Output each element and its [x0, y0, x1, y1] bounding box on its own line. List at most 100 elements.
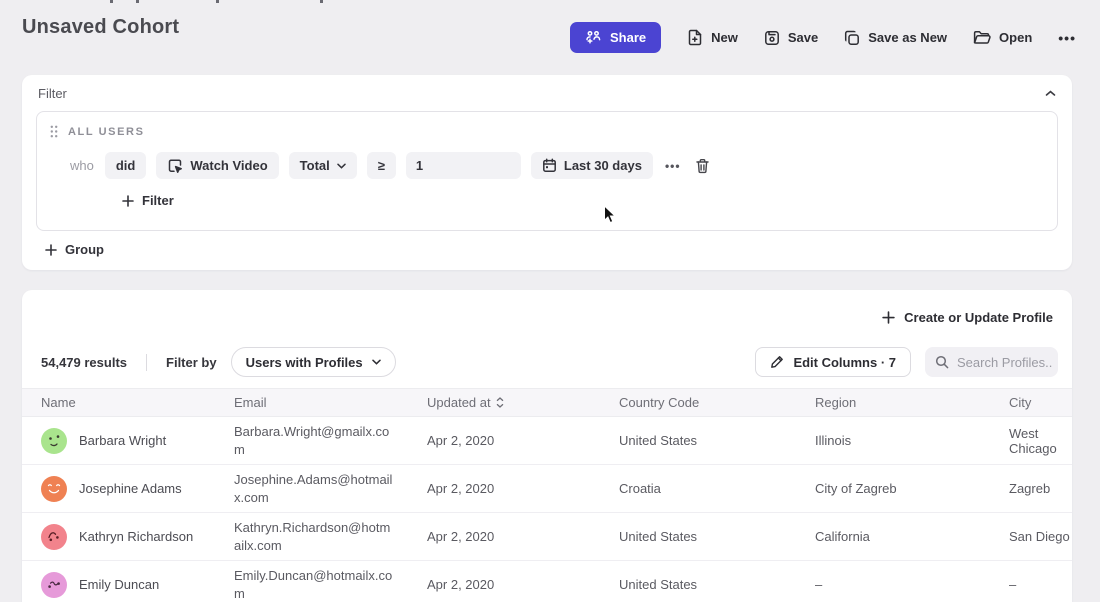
- divider: [146, 354, 147, 371]
- results-count: 54,479 results: [41, 355, 127, 370]
- collapse-chevron-icon[interactable]: [1045, 90, 1056, 97]
- share-users-icon: [585, 30, 602, 45]
- profile-region: –: [815, 577, 1009, 592]
- more-options-button[interactable]: •••: [1058, 30, 1076, 46]
- header-actions: Share New Save Save as New: [570, 22, 1076, 53]
- avatar: [41, 428, 67, 454]
- profile-name: Barbara Wright: [79, 433, 166, 448]
- table-row[interactable]: Kathryn Richardson Kathryn.Richardson@ho…: [22, 513, 1072, 561]
- new-button-label: New: [711, 30, 738, 45]
- filter-panel: Filter ALL USERS who did: [22, 75, 1072, 270]
- profile-region: California: [815, 529, 1009, 544]
- edit-columns-button[interactable]: Edit Columns · 7: [755, 347, 911, 377]
- new-button[interactable]: New: [687, 29, 738, 46]
- profiles-search: [925, 347, 1058, 377]
- table-row[interactable]: Josephine Adams Josephine.Adams@hotmailx…: [22, 465, 1072, 513]
- filter-clause-row: who did Watch Video Total ≥: [70, 152, 1057, 179]
- profile-name: Josephine Adams: [79, 481, 182, 496]
- cropped-text-remnant: [216, 0, 219, 3]
- chevron-down-icon: [372, 359, 381, 365]
- save-icon: [764, 30, 780, 46]
- column-header-updated-at[interactable]: Updated at: [427, 395, 619, 410]
- page-title: Unsaved Cohort: [22, 16, 179, 39]
- aggregation-selector[interactable]: Total: [289, 152, 357, 179]
- drag-handle-icon[interactable]: [50, 125, 58, 138]
- results-panel: Create or Update Profile 54,479 results …: [22, 290, 1072, 602]
- operator-selector[interactable]: ≥: [367, 152, 396, 179]
- open-button[interactable]: Open: [973, 30, 1032, 45]
- event-selector[interactable]: Watch Video: [156, 152, 278, 179]
- add-filter-button[interactable]: Filter: [122, 193, 174, 208]
- profile-country: United States: [619, 433, 815, 448]
- column-header-email[interactable]: Email: [234, 395, 427, 410]
- add-filter-label: Filter: [142, 193, 174, 208]
- cropped-text-remnant: [110, 0, 113, 3]
- profile-name-cell: Josephine Adams: [41, 476, 234, 502]
- profile-name-cell: Barbara Wright: [41, 428, 234, 454]
- avatar: [41, 524, 67, 550]
- pencil-icon: [770, 355, 784, 369]
- save-button[interactable]: Save: [764, 30, 818, 46]
- add-group-button[interactable]: Group: [45, 242, 104, 257]
- save-as-new-button-label: Save as New: [868, 30, 947, 45]
- profile-region: Illinois: [815, 433, 1009, 448]
- column-header-country-code[interactable]: Country Code: [619, 395, 815, 410]
- profiles-search-input[interactable]: [957, 355, 1052, 370]
- filter-panel-title: Filter: [38, 86, 67, 101]
- add-group-label: Group: [65, 242, 104, 257]
- avatar: [41, 476, 67, 502]
- profile-email: Barbara.Wright@gmailx.com: [234, 423, 427, 458]
- column-header-city[interactable]: City: [1009, 395, 1072, 410]
- folder-open-icon: [973, 30, 991, 45]
- event-click-icon: [167, 158, 183, 174]
- plus-icon: [45, 244, 57, 256]
- results-toolbar: 54,479 results Filter by Users with Prof…: [41, 347, 1058, 377]
- date-range-selector[interactable]: Last 30 days: [531, 152, 653, 179]
- edit-columns-label: Edit Columns · 7: [793, 355, 896, 370]
- create-or-update-profile-label: Create or Update Profile: [904, 310, 1053, 325]
- table-header-row: Name Email Updated at Country Code Regio…: [22, 388, 1072, 417]
- sort-icon: [496, 397, 504, 408]
- profile-city: West Chicago: [1009, 426, 1072, 456]
- did-selector[interactable]: did: [105, 152, 147, 179]
- calendar-icon: [542, 158, 557, 173]
- plus-icon: [882, 311, 895, 324]
- column-header-region[interactable]: Region: [815, 395, 1009, 410]
- profile-updated-at: Apr 2, 2020: [427, 481, 619, 496]
- trash-icon: [695, 158, 710, 174]
- create-or-update-profile-button[interactable]: Create or Update Profile: [882, 310, 1053, 325]
- open-button-label: Open: [999, 30, 1032, 45]
- profile-email: Kathryn.Richardson@hotmailx.com: [234, 519, 427, 554]
- profile-email: Emily.Duncan@hotmailx.com: [234, 567, 427, 602]
- share-button[interactable]: Share: [570, 22, 661, 53]
- profiles-table: Name Email Updated at Country Code Regio…: [22, 388, 1072, 602]
- group-header-label: ALL USERS: [68, 126, 145, 138]
- filter-group-box: ALL USERS who did Watch Video Total: [36, 111, 1058, 231]
- plus-icon: [122, 195, 134, 207]
- who-label: who: [70, 158, 94, 173]
- avatar: [41, 572, 67, 598]
- profile-city: –: [1009, 577, 1072, 592]
- aggregation-selector-label: Total: [300, 158, 330, 173]
- event-selector-label: Watch Video: [190, 158, 267, 173]
- count-value-input[interactable]: [406, 152, 521, 179]
- delete-clause-button[interactable]: [695, 158, 710, 174]
- profile-email: Josephine.Adams@hotmailx.com: [234, 471, 427, 506]
- date-range-label: Last 30 days: [564, 158, 642, 173]
- profile-name: Emily Duncan: [79, 577, 159, 592]
- save-button-label: Save: [788, 30, 818, 45]
- profile-filter-value: Users with Profiles: [246, 355, 363, 370]
- profile-name-cell: Kathryn Richardson: [41, 524, 234, 550]
- clause-more-button[interactable]: •••: [665, 159, 681, 173]
- table-row[interactable]: Barbara Wright Barbara.Wright@gmailx.com…: [22, 417, 1072, 465]
- profile-city: San Diego: [1009, 529, 1072, 544]
- column-header-name[interactable]: Name: [41, 395, 234, 410]
- profile-updated-at: Apr 2, 2020: [427, 433, 619, 448]
- new-document-icon: [687, 29, 703, 46]
- profile-region: City of Zagreb: [815, 481, 1009, 496]
- profile-filter-dropdown[interactable]: Users with Profiles: [231, 347, 396, 377]
- duplicate-icon: [844, 30, 860, 46]
- table-row[interactable]: Emily Duncan Emily.Duncan@hotmailx.com A…: [22, 561, 1072, 602]
- profile-city: Zagreb: [1009, 481, 1072, 496]
- save-as-new-button[interactable]: Save as New: [844, 30, 947, 46]
